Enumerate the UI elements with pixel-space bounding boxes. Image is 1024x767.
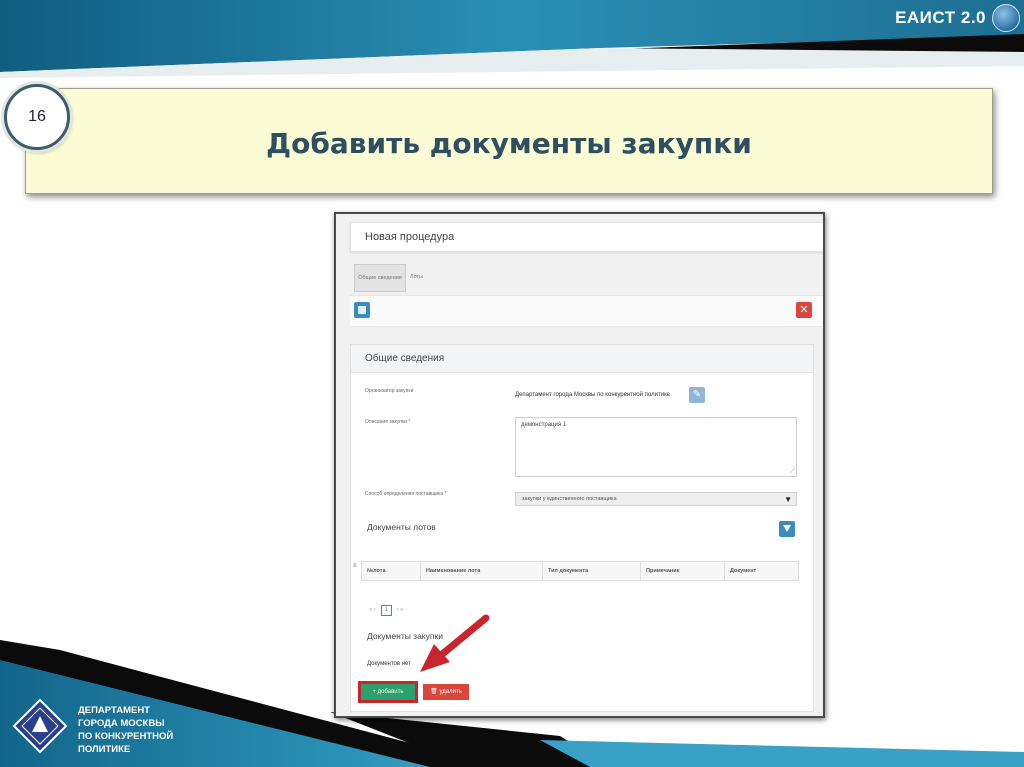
close-button[interactable]: ✕ <box>796 302 812 318</box>
method-select[interactable]: закупки у единственного поставщика ▼ <box>515 492 797 506</box>
toolbar: ✕ <box>350 295 823 327</box>
section-title: Общие сведения <box>351 345 813 373</box>
procedure-header: Новая процедура <box>350 222 823 252</box>
top-banner <box>0 0 1024 78</box>
slide-title: Добавить документы закупки <box>266 127 752 160</box>
save-icon <box>358 306 366 314</box>
no-documents-text: Документов нет <box>367 661 411 667</box>
pagination: « ‹ 1 › » <box>369 605 403 616</box>
filter-button[interactable] <box>779 521 795 537</box>
add-document-button[interactable]: + добавить <box>358 681 418 703</box>
method-value: закупки у единственного поставщика <box>522 496 617 502</box>
prev-page-button[interactable]: ‹ <box>374 607 376 613</box>
column-header[interactable]: №лота <box>362 562 420 580</box>
delete-label: удалить <box>439 689 462 695</box>
tabs-bar: Общие сведения Лоты <box>350 260 823 292</box>
next-page-button[interactable]: › <box>396 607 398 613</box>
column-header[interactable]: Примечание <box>640 562 724 580</box>
edit-organizer-button[interactable]: ✎ <box>689 387 705 403</box>
department-line: ДЕПАРТАМЕНТ <box>78 705 150 716</box>
organizer-label: Организатор закупки <box>365 388 414 394</box>
description-value: демонстрация 1 <box>521 422 567 428</box>
description-label: Описание закупки * <box>365 419 410 425</box>
column-header[interactable]: Документ <box>724 562 798 580</box>
tab-general-info[interactable]: Общие сведения <box>354 264 406 292</box>
filter-icon <box>783 525 791 532</box>
method-label-text: Способ определения поставщика <box>365 491 444 497</box>
trash-icon: 🗑 <box>430 689 438 695</box>
column-header[interactable]: Тип документа <box>542 562 640 580</box>
department-logo-icon <box>12 698 68 754</box>
pencil-icon: ✎ <box>692 389 702 400</box>
globe-icon <box>992 4 1020 32</box>
department-line: ПО КОНКУРЕНТНОЙ <box>78 731 174 742</box>
resize-handle-icon[interactable]: ⟋ <box>790 468 795 476</box>
required-mark: * <box>444 491 447 497</box>
title-banner: Добавить документы закупки <box>25 88 993 194</box>
delete-document-button[interactable]: 🗑 удалить <box>423 684 469 700</box>
lot-documents-table: №лота Наименование лота Тип документа Пр… <box>361 561 799 581</box>
department-name: ДЕПАРТАМЕНТ ГОРОДА МОСКВЫ ПО КОНКУРЕНТНО… <box>78 704 173 756</box>
last-page-button[interactable]: » <box>400 607 403 613</box>
save-button[interactable] <box>354 302 370 318</box>
lot-documents-title: Документы лотов <box>367 522 436 532</box>
tab-lots[interactable]: Лоты <box>410 264 423 290</box>
current-page[interactable]: 1 <box>380 605 392 616</box>
organizer-value: Департамент города Москвы по конкурентно… <box>515 392 671 398</box>
slide-number: 16 <box>4 84 70 150</box>
annotation-arrow-icon <box>420 614 490 672</box>
row-marker-icon: ≡ <box>353 563 357 569</box>
department-line: ГОРОДА МОСКВЫ <box>78 718 165 729</box>
column-header[interactable]: Наименование лота <box>420 562 542 580</box>
description-textarea[interactable]: демонстрация 1 ⟋ <box>515 417 797 477</box>
department-line: ПОЛИТИКЕ <box>78 744 131 755</box>
brand-logo-text: ЕАИСТ 2.0 <box>895 8 986 27</box>
description-label-text: Описание закупки <box>365 419 407 425</box>
method-label: Способ определения поставщика * <box>365 491 447 497</box>
first-page-button[interactable]: « <box>369 607 372 613</box>
required-mark: * <box>408 419 411 425</box>
dropdown-arrow-icon: ▼ <box>784 495 792 504</box>
app-screenshot: Новая процедура Общие сведения Лоты ✕ Об… <box>334 212 825 718</box>
